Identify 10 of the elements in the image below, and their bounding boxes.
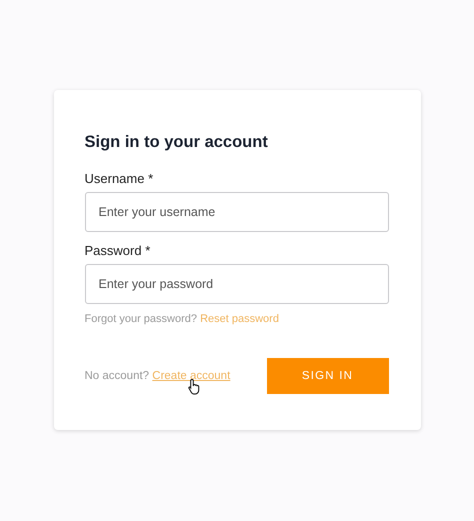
field-label: Password * (84, 243, 152, 259)
field-label: Username * (84, 171, 154, 187)
forgot-password-text: Forgot your password? Reset password (84, 312, 280, 326)
reset-password-link[interactable]: Reset password (200, 313, 279, 325)
password-field[interactable]: Enter your password (84, 264, 388, 304)
form-title: Sign in to your account (84, 132, 269, 152)
create-account-link[interactable]: Create account (152, 370, 230, 382)
username-field[interactable]: Enter your username (84, 192, 388, 232)
sign-in-button[interactable]: SIGN IN (266, 358, 388, 394)
no-account-text: No account? Create account (84, 370, 230, 382)
